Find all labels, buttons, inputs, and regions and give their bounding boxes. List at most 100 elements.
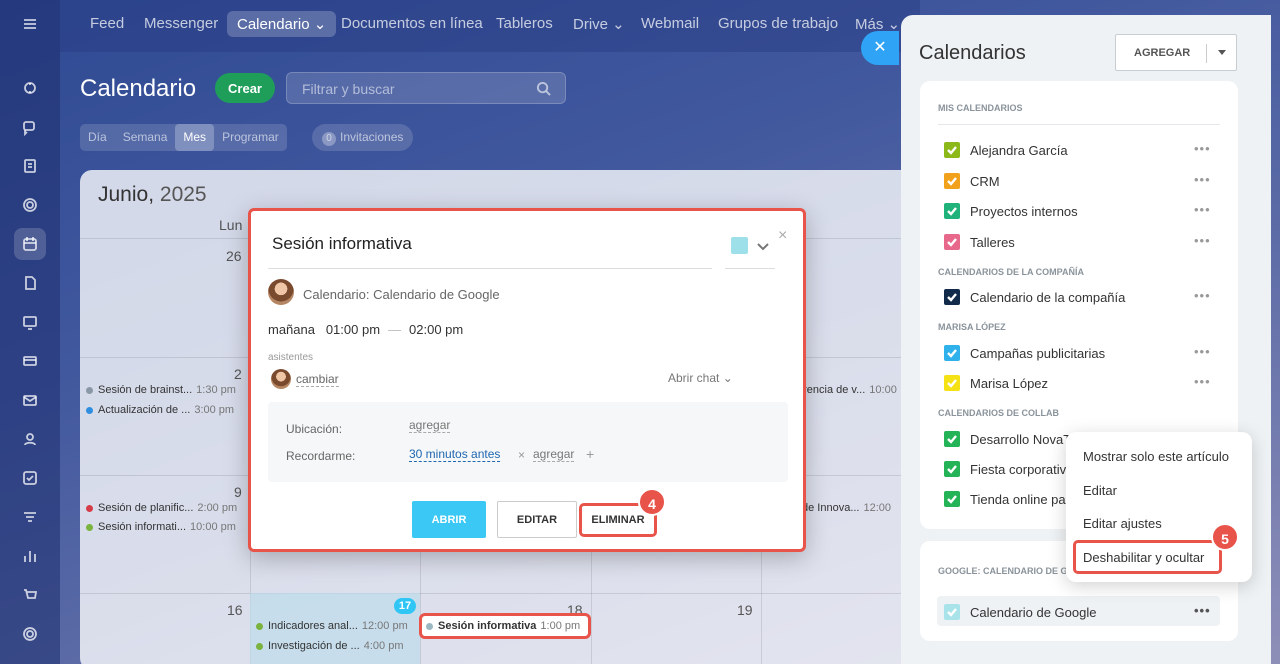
highlighted-menu-item[interactable] <box>1073 540 1222 574</box>
day-number[interactable]: 2 <box>234 366 242 382</box>
checkbox[interactable] <box>944 431 960 447</box>
checkbox[interactable] <box>944 491 960 507</box>
remove-reminder-icon[interactable]: × <box>518 448 525 462</box>
card-icon[interactable] <box>14 345 46 377</box>
view-week[interactable]: Semana <box>115 124 176 151</box>
day-number[interactable]: 26 <box>226 248 242 264</box>
checkbox[interactable] <box>944 375 960 391</box>
checkbox[interactable] <box>944 234 960 250</box>
nav-messenger[interactable]: Messenger <box>144 15 218 32</box>
menu-edit-settings[interactable]: Editar ajustes <box>1083 516 1162 531</box>
reminder-add-link[interactable]: agregar <box>533 447 575 462</box>
checkbox[interactable] <box>944 203 960 219</box>
mail-icon[interactable] <box>14 384 46 416</box>
more-icon[interactable]: ••• <box>1194 344 1211 359</box>
event-item[interactable]: Sesión de planific... 2:00 pm <box>86 502 237 514</box>
reminder-value[interactable]: 30 minutos antes <box>409 447 501 462</box>
plus-icon[interactable]: + <box>586 446 594 462</box>
rocket-icon[interactable] <box>14 72 46 104</box>
event-item[interactable]: de Innova... 12:00 <box>802 502 891 514</box>
nav-documentos[interactable]: Documentos en línea <box>341 15 483 32</box>
more-icon[interactable]: ••• <box>1194 603 1211 618</box>
nav-drive[interactable]: Drive ⌄ <box>573 15 625 33</box>
event-time: 12:00 <box>863 502 892 514</box>
nav-tableros[interactable]: Tableros <box>496 15 553 32</box>
menu-icon[interactable] <box>14 8 46 40</box>
event-item[interactable]: Sesión de brainst... 1:30 pm <box>86 384 236 396</box>
change-attendees-link[interactable]: cambiar <box>296 372 339 387</box>
chat-icon[interactable] <box>14 111 46 143</box>
checkbox[interactable] <box>944 345 960 361</box>
calendar-item[interactable]: Proyectos internos <box>944 201 1078 221</box>
search-input[interactable]: Filtrar y buscar <box>286 72 566 104</box>
event-item[interactable]: erencia de v... 10:00 <box>797 384 897 396</box>
event-item-selected[interactable]: Sesión informativa 1:00 pm <box>426 620 580 632</box>
nav-grupos[interactable]: Grupos de trabajo <box>718 15 838 32</box>
close-panel-icon[interactable]: ✕ <box>861 31 899 65</box>
more-icon[interactable]: ••• <box>1194 288 1211 303</box>
view-month[interactable]: Mes <box>175 124 215 151</box>
event-item[interactable]: Indicadores anal... 12:00 pm <box>256 620 408 632</box>
caret-down-icon[interactable] <box>1218 50 1226 55</box>
add-button[interactable]: AGREGAR <box>1115 34 1237 71</box>
location-add-link[interactable]: agregar <box>409 418 451 433</box>
day-number[interactable]: 16 <box>227 602 243 618</box>
close-icon[interactable]: × <box>778 227 787 245</box>
tasks-icon[interactable] <box>14 462 46 494</box>
checkbox[interactable] <box>944 461 960 477</box>
checkbox[interactable] <box>944 289 960 305</box>
chevron-down-icon[interactable] <box>756 239 770 253</box>
more-icon[interactable]: ••• <box>1194 233 1211 248</box>
file-icon[interactable] <box>14 267 46 299</box>
month-title: Junio, 2025 <box>98 183 207 207</box>
users-icon[interactable] <box>14 423 46 455</box>
event-item[interactable]: Sesión informati... 10:00 pm <box>86 521 236 533</box>
event-item[interactable]: Actualización de ... 3:00 pm <box>86 404 234 416</box>
target-icon[interactable] <box>14 189 46 221</box>
document-icon[interactable] <box>14 150 46 182</box>
checkbox[interactable] <box>944 142 960 158</box>
checkbox[interactable] <box>944 604 960 620</box>
color-swatch[interactable] <box>731 237 748 254</box>
create-button[interactable]: Crear <box>215 73 275 103</box>
calendar-item[interactable]: Desarrollo NovaT <box>944 429 1071 449</box>
calendar-item[interactable]: Talleres <box>944 232 1015 252</box>
more-icon[interactable]: ••• <box>1194 202 1211 217</box>
board-icon[interactable] <box>14 306 46 338</box>
chart-icon[interactable] <box>14 540 46 572</box>
day-number[interactable]: 9 <box>234 484 242 500</box>
calendar-item[interactable]: Calendario de Google <box>944 602 1096 622</box>
open-button[interactable]: ABRIR <box>412 501 486 538</box>
filter-icon[interactable] <box>14 501 46 533</box>
more-icon[interactable]: ••• <box>1194 141 1211 156</box>
calendar-item[interactable]: CRM <box>944 171 1000 191</box>
cart-icon[interactable] <box>14 579 46 611</box>
today-badge[interactable]: 17 <box>394 598 416 614</box>
calendar-item[interactable]: Calendario de la compañía <box>944 287 1125 307</box>
view-schedule[interactable]: Programar <box>214 124 287 151</box>
invitations-button[interactable]: 0 Invitaciones <box>312 124 414 151</box>
nav-calendario[interactable]: Calendario ⌄ <box>227 11 337 37</box>
nav-feed[interactable]: Feed <box>90 15 124 32</box>
event-item[interactable]: Investigación de ... 4:00 pm <box>256 640 403 652</box>
checkbox[interactable] <box>944 173 960 189</box>
check-icon <box>947 146 957 155</box>
calendar-item[interactable]: Alejandra García <box>944 140 1068 160</box>
nav-webmail[interactable]: Webmail <box>641 15 699 32</box>
menu-show-only[interactable]: Mostrar solo este artículo <box>1083 449 1229 464</box>
open-chat-link[interactable]: Abrir chat ⌄ <box>668 371 733 385</box>
menu-edit[interactable]: Editar <box>1083 483 1117 498</box>
event-title-field[interactable]: Sesión informativa <box>272 234 412 254</box>
reminder-label: Recordarme: <box>286 449 356 463</box>
more-icon[interactable]: ••• <box>1194 172 1211 187</box>
calendar-item[interactable]: Marisa López <box>944 373 1048 393</box>
day-number[interactable]: 19 <box>737 602 753 618</box>
more-icon[interactable]: ••• <box>1194 374 1211 389</box>
calendar-item[interactable]: Fiesta corporativ <box>944 459 1066 479</box>
calendar-icon[interactable] <box>14 228 46 260</box>
calendar-item[interactable]: Tienda online pa <box>944 489 1066 509</box>
calendar-item[interactable]: Campañas publicitarias <box>944 343 1105 363</box>
settings-icon[interactable] <box>14 618 46 650</box>
view-day[interactable]: Día <box>80 124 115 151</box>
edit-button[interactable]: EDITAR <box>497 501 577 538</box>
